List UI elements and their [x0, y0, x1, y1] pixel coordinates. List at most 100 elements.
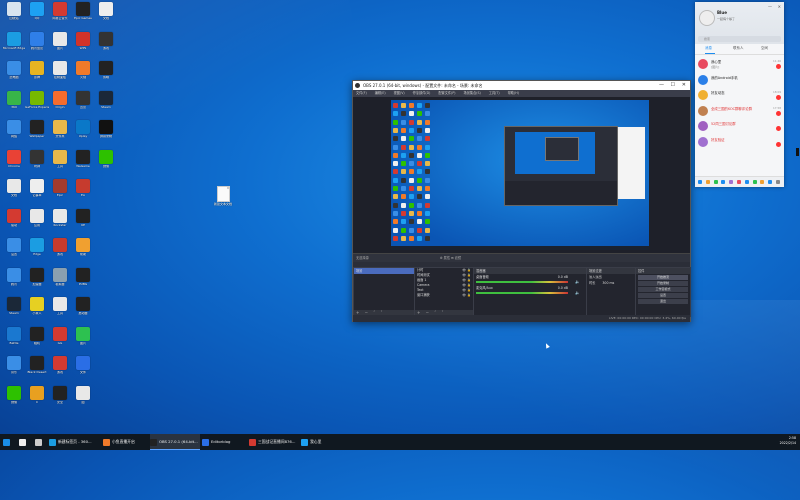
desktop-icon[interactable]: 启动器 [71, 297, 95, 316]
control-button[interactable]: 设置 [638, 293, 688, 298]
qq-toolbar-icon[interactable] [744, 180, 749, 184]
qq-chat-item[interactable]: 全成三国的KOC群聊评论群 17:58 [695, 104, 784, 118]
desktop-icon[interactable]: 应用 [25, 208, 49, 228]
desktop-icon[interactable]: Black Desert [25, 356, 49, 375]
desktop-icon[interactable]: 原神 [25, 61, 49, 80]
desktop-icon[interactable]: 屏幕录制 [94, 120, 118, 139]
desktop-icon[interactable]: 文件 [71, 356, 95, 375]
desktop-icon[interactable]: UE [71, 208, 95, 228]
taskbar-button[interactable]: 小鱼直播开启 [103, 434, 148, 450]
desktop-icon[interactable]: 文档 [2, 179, 26, 198]
tab-contacts[interactable]: 联系人 [733, 46, 744, 51]
desktop-icon[interactable]: Rockstar [48, 208, 72, 228]
desktop-icon[interactable]: WPS [71, 31, 95, 51]
desktop-icon[interactable]: PUBG [71, 267, 95, 287]
taskbar-button[interactable]: 三国战记直播间876... [249, 434, 299, 450]
desktop-icon[interactable]: Uplay [71, 120, 95, 139]
transition-duration[interactable]: 时长 300 ms [587, 280, 635, 286]
qq-chat-item[interactable]: 52同三国讨论群 [695, 119, 784, 133]
source-props[interactable]: ⚙ 属性 ⊞ 滤镜 [440, 256, 461, 260]
taskbar-button[interactable]: OBS 27.0.1 (64-bit... [150, 434, 200, 450]
desktop-icon[interactable]: C [25, 385, 49, 405]
lock-icon[interactable]: 🔒 [467, 293, 471, 298]
desktop-icon[interactable]: Steam [94, 90, 118, 110]
tab-zone[interactable]: 空间 [761, 46, 768, 51]
desktop-icon[interactable]: 回收站 [2, 2, 26, 21]
maximize-icon[interactable]: ☐ [671, 81, 675, 90]
desktop-icon[interactable]: 相机 [25, 326, 49, 346]
desktop-icon[interactable]: 驱动 [2, 208, 26, 228]
desktop-icon[interactable]: 游戏 [48, 356, 72, 375]
qq-chat-item[interactable]: 我的Android手机 [695, 73, 784, 87]
qq-minimize-icon[interactable]: — [768, 4, 772, 9]
desktop-icon[interactable]: Battle [2, 326, 26, 346]
desktop-icon[interactable]: 360 [2, 90, 26, 110]
desktop-icon[interactable]: Epic Games [71, 2, 95, 21]
taskbar-button[interactable] [35, 434, 47, 450]
source-item[interactable]: 窗口捕获 👁 🔒 [415, 293, 473, 298]
avatar[interactable] [699, 10, 715, 26]
desktop-icon[interactable]: 图片 [71, 326, 95, 346]
desktop-icon[interactable]: Origin [48, 90, 72, 110]
obs-menu-item[interactable]: 帮助(H) [508, 91, 519, 95]
desktop-icon[interactable]: 游戏 [94, 31, 118, 51]
control-button[interactable]: 退出 [638, 299, 688, 304]
desktop-icon[interactable]: Edge [25, 238, 49, 257]
desktop-icon[interactable]: 火绒 [71, 61, 95, 80]
desktop-icon[interactable]: 网易云音乐 [48, 2, 72, 21]
qq-toolbar-icon[interactable] [768, 180, 773, 184]
desktop-icon[interactable]: Epic [48, 179, 72, 198]
qq-chat-item[interactable]: 我心里 [图片] 11:46 [695, 57, 784, 71]
desktop-icon[interactable]: WeGame [71, 149, 95, 169]
qq-chat-item[interactable]: 好友验证 [695, 135, 784, 149]
qq-toolbar-icon[interactable] [705, 180, 710, 184]
obs-menu-item[interactable]: 工具(T) [489, 91, 500, 95]
qq-toolbar-icon[interactable] [721, 180, 726, 184]
desktop-icon[interactable]: 模拟器 [48, 267, 72, 287]
desktop-icon[interactable]: 控制面板 [48, 61, 72, 80]
text-file-icon[interactable]: 新建文本文档 [212, 186, 234, 206]
visibility-icon[interactable]: 👁 [462, 293, 466, 298]
qq-toolbar-icon[interactable] [729, 180, 734, 184]
desktop-icon[interactable]: 文档 [94, 2, 118, 21]
desktop-icon[interactable]: 安全 [48, 385, 72, 405]
qq-toolbar-icon[interactable] [713, 180, 718, 184]
desktop-icon[interactable]: Wallpaper [25, 120, 49, 139]
taskbar-button[interactable]: 新建标签页 - 360... [49, 434, 101, 450]
minimize-icon[interactable]: — [659, 81, 664, 90]
desktop-icon[interactable]: Microsoft Edge [2, 31, 26, 51]
desktop-icon[interactable]: 腾讯会议 [25, 31, 49, 51]
desktop-icon[interactable]: Chrome [2, 149, 26, 169]
desktop-icon[interactable]: 此电脑 [2, 61, 26, 80]
desktop-icon[interactable]: 记事本 [25, 179, 49, 198]
scene-item[interactable]: 场景 [354, 268, 414, 274]
qq-toolbar-icon[interactable] [752, 180, 757, 184]
qq-close-icon[interactable]: ✕ [778, 4, 781, 9]
control-button[interactable]: 工作室模式 [638, 287, 688, 292]
desktop-icon[interactable]: 小黄人 [25, 297, 49, 316]
close-icon[interactable]: ✕ [682, 81, 686, 90]
desktop-icon[interactable]: 网络 [2, 120, 26, 139]
desktop-icon[interactable]: 迅雷 [71, 90, 95, 110]
qq-panel[interactable]: — ✕ Blue 一起嗨个够了 搜索 消息 联系人 空间 我心里 [图片] 11:4… [695, 2, 784, 187]
obs-menu-item[interactable]: 编辑(E) [375, 91, 386, 95]
desktop-icon[interactable]: 时钟 [25, 149, 49, 169]
obs-preview[interactable] [353, 97, 690, 253]
start-button[interactable] [3, 434, 17, 450]
desktop-icon[interactable]: 剪映 [94, 61, 118, 80]
desktop-icon[interactable]: 工具 [48, 297, 72, 316]
qq-toolbar-icon[interactable] [776, 180, 780, 184]
desktop-icon[interactable]: 图 [71, 385, 95, 405]
desktop-icon[interactable]: 设置 [2, 238, 26, 257]
desktop-icon[interactable]: 图片 [48, 31, 72, 51]
qq-chat-item[interactable]: 好友动态 18:09 [695, 88, 784, 102]
qq-toolbar-icon[interactable] [737, 180, 741, 184]
control-button[interactable]: 开始推流 [638, 275, 688, 280]
desktop-icon[interactable]: 音乐 [2, 356, 26, 375]
taskbar-button[interactable] [19, 434, 33, 450]
desktop-icon[interactable]: EA [71, 179, 95, 198]
tab-messages[interactable]: 消息 [705, 46, 712, 51]
desktop-icon[interactable]: GeForce Experience [25, 90, 49, 110]
qq-toolbar-icon[interactable] [698, 180, 702, 184]
desktop-icon[interactable]: 文件夹 [48, 120, 72, 139]
